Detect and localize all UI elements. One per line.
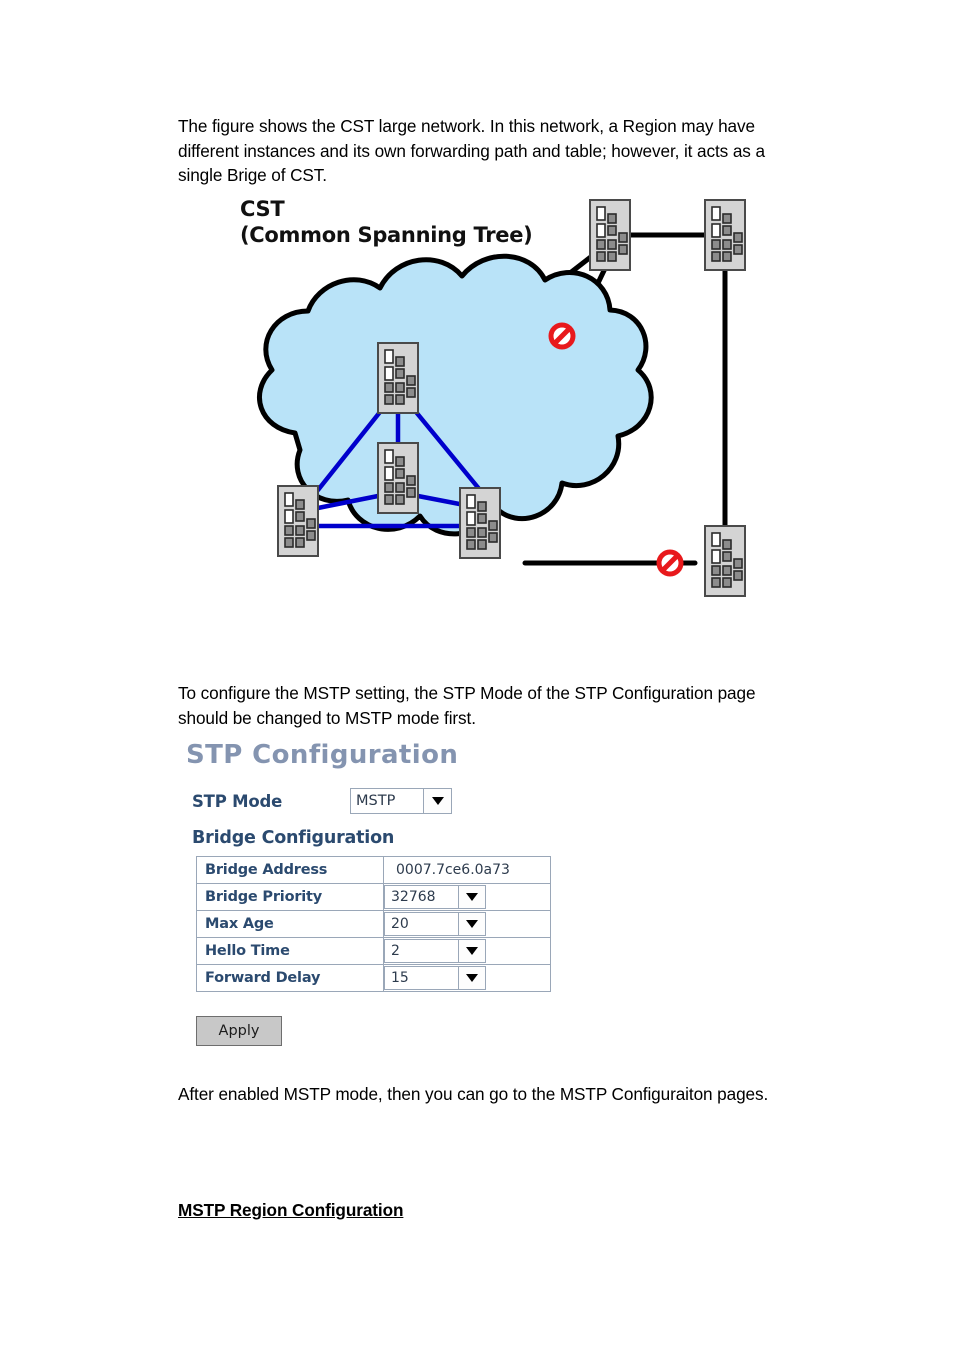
forward-delay-value: 15 <box>385 967 458 989</box>
forward-delay-select[interactable]: 15 <box>384 966 486 990</box>
chevron-down-icon[interactable] <box>458 913 485 935</box>
stp-configuration-panel: STP Configuration STP Mode MSTP Bridge C… <box>178 740 598 1046</box>
row-label: Bridge Address <box>196 856 384 884</box>
apply-button[interactable]: Apply <box>196 1016 282 1046</box>
bridge-address-value: 0007.7ce6.0a73 <box>396 862 510 878</box>
switch-node-region-top <box>377 342 419 414</box>
table-row: Bridge Priority 32768 <box>196 883 551 911</box>
table-row: Bridge Address 0007.7ce6.0a73 <box>196 856 551 884</box>
row-label: Max Age <box>196 910 384 938</box>
intro-paragraph: The figure shows the CST large network. … <box>178 116 765 186</box>
chevron-down-icon[interactable] <box>458 940 485 962</box>
switch-node-top-left <box>589 199 631 271</box>
table-row: Hello Time 2 <box>196 937 551 965</box>
row-label: Forward Delay <box>196 964 384 992</box>
hello-time-value: 2 <box>385 940 458 962</box>
diagram-title: CST (Common Spanning Tree) <box>240 197 533 247</box>
max-age-select[interactable]: 20 <box>384 912 486 936</box>
mstp-region-configuration-heading: MSTP Region Configuration <box>178 1200 404 1220</box>
after-note-paragraph: After enabled MSTP mode, then you can go… <box>178 1084 769 1104</box>
stp-mode-select[interactable]: MSTP <box>350 788 452 814</box>
chevron-down-icon[interactable] <box>423 789 451 813</box>
blocked-port-icon <box>551 325 573 347</box>
row-value-cell: 32768 <box>383 883 551 911</box>
stp-mode-label: STP Mode <box>192 791 283 811</box>
switch-node-region-center <box>377 442 419 514</box>
bridge-priority-value: 32768 <box>385 886 458 908</box>
bridge-priority-select[interactable]: 32768 <box>384 885 486 909</box>
max-age-value: 20 <box>385 913 458 935</box>
row-value-cell: 20 <box>383 910 551 938</box>
row-label: Hello Time <box>196 937 384 965</box>
switch-node-region-right <box>459 487 501 559</box>
cst-network-diagram: CST (Common Spanning Tree) <box>200 178 770 633</box>
switch-node-bottom-right <box>704 525 746 597</box>
chevron-down-icon[interactable] <box>458 886 485 908</box>
blocked-port-icon <box>659 552 681 574</box>
row-label: Bridge Priority <box>196 883 384 911</box>
bridge-configuration-table: Bridge Address 0007.7ce6.0a73 Bridge Pri… <box>196 856 551 992</box>
switch-node-top-right <box>704 199 746 271</box>
document-page: The figure shows the CST large network. … <box>0 0 954 1350</box>
stp-mode-value: MSTP <box>351 789 423 813</box>
bridge-configuration-title: Bridge Configuration <box>192 828 395 848</box>
chevron-down-icon[interactable] <box>458 967 485 989</box>
row-value-cell: 2 <box>383 937 551 965</box>
stp-mode-row: STP Mode MSTP <box>192 788 598 814</box>
hello-time-select[interactable]: 2 <box>384 939 486 963</box>
switch-node-region-left <box>277 485 319 557</box>
row-value-cell: 0007.7ce6.0a73 <box>383 856 551 884</box>
row-value-cell: 15 <box>383 964 551 992</box>
table-row: Max Age 20 <box>196 910 551 938</box>
configure-note-paragraph: To configure the MSTP setting, the STP M… <box>178 683 756 728</box>
table-row: Forward Delay 15 <box>196 964 551 992</box>
page-title: STP Configuration <box>186 740 459 770</box>
